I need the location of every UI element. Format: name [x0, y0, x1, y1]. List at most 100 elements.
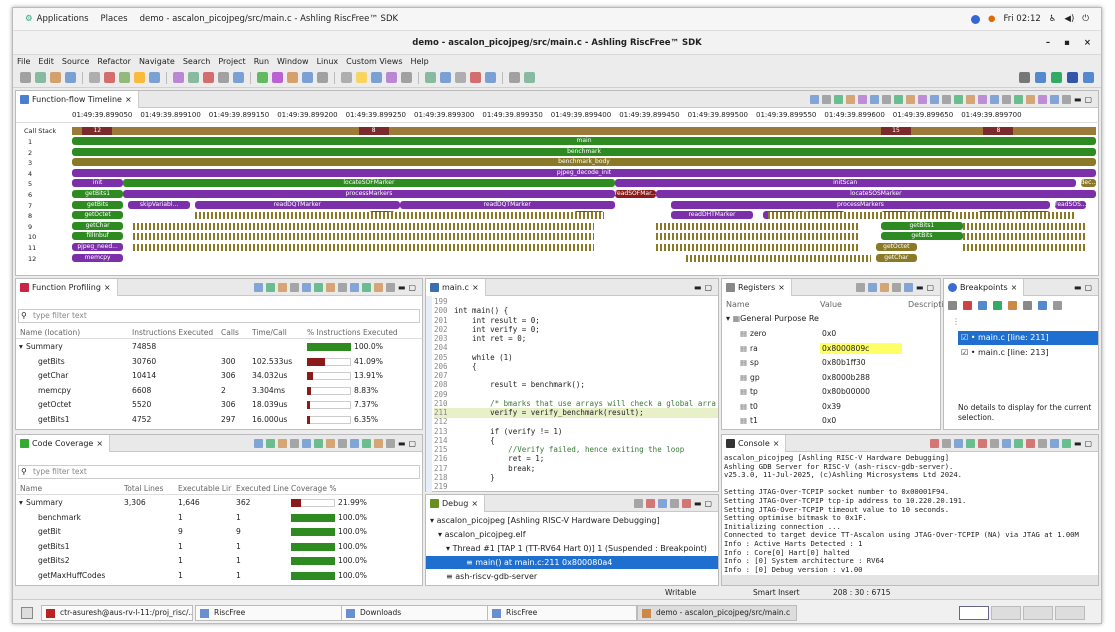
minimize-view-icon[interactable]: ▬: [1074, 95, 1082, 104]
toolbar-button-icon[interactable]: [272, 72, 283, 83]
toolbar-button-icon[interactable]: [371, 72, 382, 83]
table-row[interactable]: getChar 10414 306 34.032us 13.91%: [16, 369, 422, 384]
view-toolbar-icon[interactable]: [867, 282, 877, 292]
toolbar-button-icon[interactable]: [188, 72, 199, 83]
code-area[interactable]: 199 200 int main() {201 int result = 0; 202…: [434, 297, 718, 491]
menu-run[interactable]: Run: [254, 57, 269, 66]
toolbar-button-icon[interactable]: [257, 72, 268, 83]
view-toolbar-icon[interactable]: [633, 498, 643, 508]
col-pct[interactable]: % Instructions Executed: [307, 328, 398, 337]
minimize-view-icon[interactable]: ▬: [398, 283, 406, 292]
debug-tree-item[interactable]: ≡ main() at main.c:211 0x800080a4: [426, 556, 718, 569]
tab-main-c[interactable]: main.c ×: [426, 278, 486, 296]
code-line[interactable]: 219: [434, 482, 718, 491]
view-toolbar-icon[interactable]: [313, 438, 323, 448]
col-executed[interactable]: Executed Line: [236, 484, 289, 493]
show-desktop-icon[interactable]: [21, 607, 33, 619]
toolbar-button-icon[interactable]: [401, 72, 412, 83]
col-calls[interactable]: Calls: [221, 328, 239, 337]
timeline-span-decode_init[interactable]: pjpeg_decode_init: [72, 168, 1096, 177]
close-tab-icon[interactable]: ×: [125, 95, 132, 104]
task-demo-active[interactable]: demo - ascalon_picojpeg/src/main.c: [637, 605, 797, 621]
table-row[interactable]: getOctet 5520 306 18.039us 7.37%: [16, 398, 422, 413]
view-toolbar-icon[interactable]: [1049, 438, 1059, 448]
breakpoint-item-2[interactable]: ☑ • main.c [line: 213]: [958, 346, 1098, 360]
toolbar-button-icon[interactable]: [203, 72, 214, 83]
col-total-lines[interactable]: Total Lines: [124, 484, 163, 493]
table-row[interactable]: getBit 9 9 100.0%: [16, 525, 422, 540]
close-tab-icon[interactable]: ×: [471, 499, 478, 508]
workspace-3[interactable]: [1023, 606, 1053, 620]
table-row[interactable]: getBits1 4752 297 16.000us 6.35%: [16, 413, 422, 428]
debug-perspective-icon[interactable]: [1067, 72, 1078, 83]
tab-registers[interactable]: Registers ×: [722, 278, 792, 296]
code-line[interactable]: 199: [434, 297, 718, 307]
timeline-span-readsos[interactable]: readSOS...: [1055, 200, 1086, 209]
view-toolbar-icon[interactable]: [821, 94, 831, 104]
code-line[interactable]: 212: [434, 417, 718, 427]
code-line[interactable]: 217 break;: [434, 464, 718, 474]
minimize-view-icon[interactable]: ▬: [1074, 283, 1082, 292]
view-toolbar-icon[interactable]: [1001, 94, 1011, 104]
open-perspective-icon[interactable]: [1035, 72, 1046, 83]
view-toolbar-icon[interactable]: [1001, 438, 1011, 448]
table-row[interactable]: benchmark 1 1 100.0%: [16, 511, 422, 526]
timeline-span-getbits2[interactable]: getBits: [880, 232, 963, 241]
toolbar-button-icon[interactable]: [50, 72, 61, 83]
menu-search[interactable]: Search: [183, 57, 210, 66]
chrome-icon[interactable]: [971, 14, 981, 24]
expand-icon[interactable]: ▾: [19, 498, 23, 507]
menu-navigate[interactable]: Navigate: [139, 57, 175, 66]
applications-menu[interactable]: ⚙ Applications: [25, 14, 89, 24]
timeline-span-readdhtmarker[interactable]: readDHTMarker: [671, 211, 753, 220]
toolbar-button-icon[interactable]: [302, 72, 313, 83]
timeline-span-getoctet[interactable]: getOctet: [72, 211, 124, 220]
expand-icon[interactable]: ▾: [19, 342, 23, 351]
view-toolbar-icon[interactable]: [277, 438, 287, 448]
timeline-span-getbits[interactable]: getBits: [72, 200, 124, 209]
places-menu[interactable]: Places: [101, 14, 128, 24]
view-toolbar-icon[interactable]: [891, 282, 901, 292]
minimize-view-icon[interactable]: ▬: [694, 283, 702, 292]
clock[interactable]: Fri 02:12: [1003, 14, 1040, 24]
tab-breakpoints[interactable]: Breakpoints ×: [944, 278, 1025, 296]
timeline-span-dec[interactable]: dec...: [1080, 179, 1096, 188]
code-line[interactable]: 201 int result = 0;: [434, 316, 718, 326]
code-line[interactable]: 203 int ret = 0;: [434, 334, 718, 344]
maximize-view-icon[interactable]: ▢: [926, 283, 934, 292]
view-toolbar-icon[interactable]: [1013, 438, 1023, 448]
timeline-span-memcpy[interactable]: memcpy: [72, 253, 124, 262]
view-toolbar-icon[interactable]: [301, 282, 311, 292]
toolbar-button-icon[interactable]: [287, 72, 298, 83]
expand-icon[interactable]: [1023, 301, 1032, 310]
toolbar-button-icon[interactable]: [233, 72, 244, 83]
code-line[interactable]: 211 verify = verify_benchmark(result);: [434, 408, 718, 418]
toolbar-button-icon[interactable]: [470, 72, 481, 83]
view-toolbar-icon[interactable]: [977, 94, 987, 104]
toolbar-button-icon[interactable]: [173, 72, 184, 83]
view-toolbar-icon[interactable]: [361, 282, 371, 292]
timeline-span-getbits1b[interactable]: getBits1: [880, 221, 963, 230]
register-row[interactable]: ▦ t1 0x0: [722, 414, 940, 429]
maximize-button[interactable]: ▪: [1064, 31, 1070, 55]
view-toolbar-icon[interactable]: [265, 438, 275, 448]
toolbar-button-icon[interactable]: [317, 72, 328, 83]
task-riscfree-1[interactable]: RiscFree: [195, 605, 345, 621]
register-row[interactable]: ▦ zero 0x0: [722, 327, 940, 342]
timeline-span-pjpeg_need[interactable]: pjpeg_need...: [72, 243, 124, 251]
view-toolbar-icon[interactable]: [1061, 438, 1071, 448]
minimize-view-icon[interactable]: ▬: [916, 283, 924, 292]
code-line[interactable]: 216 ret = 1;: [434, 454, 718, 464]
skip-icon[interactable]: [1008, 301, 1017, 310]
view-toolbar-icon[interactable]: [929, 438, 939, 448]
show-icon[interactable]: [978, 301, 987, 310]
view-toolbar-icon[interactable]: [1061, 94, 1071, 104]
view-toolbar-icon[interactable]: [337, 438, 347, 448]
view-toolbar-icon[interactable]: [855, 282, 865, 292]
tab-console[interactable]: Console ×: [722, 434, 787, 452]
timeline-span-fillinbuf[interactable]: fillInbuf: [72, 232, 124, 241]
close-tab-icon[interactable]: ×: [778, 283, 785, 292]
table-row[interactable]: Summary 3,306 1,646 362 ▾ 21.99%: [16, 496, 422, 511]
remove-icon[interactable]: [948, 301, 957, 310]
maximize-view-icon[interactable]: ▢: [1084, 283, 1092, 292]
